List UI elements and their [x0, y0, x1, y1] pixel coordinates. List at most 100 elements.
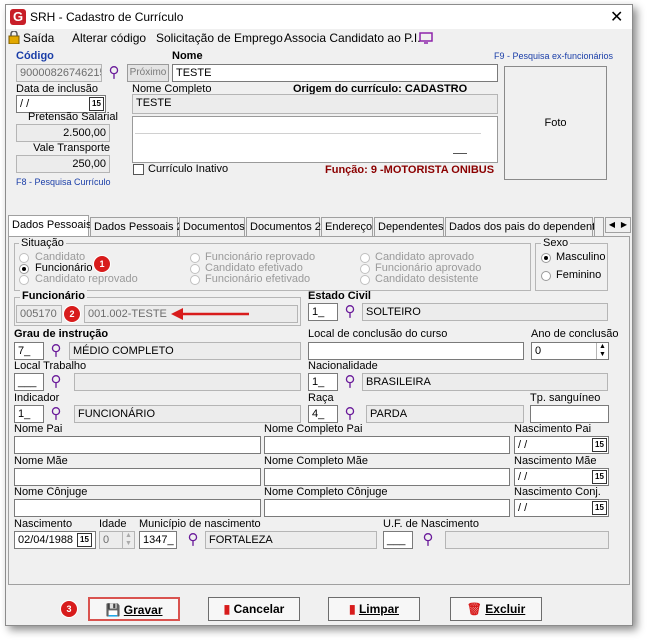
calendar-icon[interactable]: 15	[77, 533, 92, 547]
municipio-code-field[interactable]: 1347_	[139, 531, 177, 549]
calendar-icon[interactable]: 15	[592, 501, 607, 515]
indicador-code-field[interactable]: 1_	[14, 405, 44, 423]
search-icon[interactable]: ⚲	[342, 304, 358, 320]
municipio-label: Município de nascimento	[139, 518, 261, 530]
nome-conjuge-field[interactable]	[14, 499, 261, 517]
limpar-button[interactable]: ▮ Limpar	[328, 597, 420, 621]
pretensao-field[interactable]: 2.500,00	[16, 124, 110, 142]
radio-candidato-aprovado[interactable]	[360, 253, 370, 263]
raca-desc-field: PARDA	[366, 405, 524, 423]
nome-completo-field[interactable]: TESTE	[132, 94, 498, 114]
annotation-badge-3: 3	[61, 601, 77, 617]
idade-spinner: ▲ ▼	[122, 532, 134, 548]
radio-candidato-reprovado-label: Candidato reprovado	[35, 273, 138, 285]
photo-frame[interactable]: Foto	[504, 66, 607, 180]
proximo-button[interactable]: Próximo	[127, 64, 169, 82]
eraser-icon: ▮	[223, 602, 231, 616]
tab-dependentes[interactable]: Dependentes	[374, 217, 444, 237]
notes-box[interactable]	[132, 116, 498, 163]
nacionalidade-label: Nacionalidade	[308, 360, 378, 372]
radio-candidato-desistente[interactable]	[360, 275, 370, 285]
nacionalidade-desc-field: BRASILEIRA	[362, 373, 608, 391]
search-icon[interactable]: ⚲	[420, 532, 436, 548]
menu-alterar-codigo[interactable]: Alterar código	[72, 31, 146, 45]
estado-civil-desc-field: SOLTEIRO	[362, 303, 608, 321]
excluir-button[interactable]: 🗑 Excluir	[450, 597, 542, 621]
monitor-icon[interactable]	[419, 32, 433, 44]
tp-sanguineo-field[interactable]	[530, 405, 609, 423]
annotation-arrow	[171, 308, 249, 320]
radio-feminino[interactable]	[541, 271, 551, 281]
raca-code-field[interactable]: 4_	[308, 405, 338, 423]
radio-funcionario-aprovado[interactable]	[360, 264, 370, 274]
annotation-badge-2: 2	[64, 306, 80, 322]
lock-icon[interactable]	[8, 30, 20, 45]
menu-solicitacao-emprego[interactable]: Solicitação de Emprego	[156, 31, 283, 45]
codigo-field[interactable]: 90000826746215	[16, 64, 102, 82]
tab-scroll-arrows[interactable]: ◀ ▶	[605, 217, 631, 233]
gravar-button[interactable]: 💾 Gravar	[88, 597, 180, 621]
nacionalidade-code-field[interactable]: 1_	[308, 373, 338, 391]
search-icon[interactable]: ⚲	[342, 374, 358, 390]
menu-associa-candidato[interactable]: Associa Candidato ao P.I.	[284, 31, 421, 45]
tab-dados-pessoais-2[interactable]: Dados Pessoais 2	[90, 217, 183, 237]
radio-candidato-efetivado[interactable]	[190, 264, 200, 274]
indicador-desc-field: FUNCIONÁRIO	[74, 405, 301, 423]
calendar-icon[interactable]: 15	[89, 97, 104, 111]
calendar-icon[interactable]: 15	[592, 438, 607, 452]
nome-pai-field[interactable]	[14, 436, 261, 454]
idade-label: Idade	[99, 518, 127, 530]
radio-candidato[interactable]	[19, 253, 29, 263]
ano-conclusao-spinner[interactable]: ▲ ▼	[596, 343, 608, 359]
tab-overflow	[594, 217, 604, 237]
radio-funcionario[interactable]	[19, 264, 29, 274]
uf-nascimento-code-field[interactable]: ___	[383, 531, 413, 549]
radio-candidato-desistente-label: Candidato desistente	[375, 273, 479, 285]
radio-candidato-reprovado[interactable]	[19, 275, 29, 285]
gravar-button-label: Gravar	[123, 603, 163, 617]
app-icon: G	[10, 9, 26, 25]
funcionario-code-field[interactable]: 005170	[16, 305, 62, 323]
tab-dados-pais-dependente[interactable]: Dados dos pais do dependente	[445, 217, 601, 237]
search-icon[interactable]: ⚲	[185, 532, 201, 548]
annotation-badge-1: 1	[94, 256, 110, 272]
search-icon[interactable]: ⚲	[106, 65, 122, 81]
nome-field[interactable]: TESTE	[172, 64, 498, 82]
local-trabalho-code-field[interactable]: ___	[14, 373, 44, 391]
curriculo-inativo-checkbox[interactable]	[133, 164, 144, 175]
arrow-right-icon[interactable]: ▶	[618, 218, 630, 232]
radio-funcionario-efetivado[interactable]	[190, 275, 200, 285]
curriculo-inativo-label: Currículo Inativo	[148, 163, 229, 175]
estado-civil-code-field[interactable]: 1_	[308, 303, 338, 321]
grau-instrucao-code-field[interactable]: 7_	[14, 342, 44, 360]
tab-endereco[interactable]: Endereço	[321, 217, 373, 237]
tab-documentos-2[interactable]: Documentos 2	[246, 217, 321, 237]
search-icon[interactable]: ⚲	[48, 374, 64, 390]
search-icon[interactable]: ⚲	[342, 406, 358, 422]
nome-completo-mae-field[interactable]	[264, 468, 510, 486]
calendar-icon[interactable]: 15	[592, 470, 607, 484]
tp-sanguineo-label: Tp. sanguíneo	[530, 392, 601, 404]
arrow-left-icon[interactable]: ◀	[606, 218, 618, 232]
radio-masculino[interactable]	[541, 253, 551, 263]
local-trabalho-label: Local Trabalho	[14, 360, 87, 372]
nome-completo-pai-field[interactable]	[264, 436, 510, 454]
nome-completo-conjuge-field[interactable]	[264, 499, 510, 517]
radio-feminino-label: Feminino	[556, 269, 602, 281]
nome-label: Nome	[172, 50, 203, 62]
local-trabalho-desc-field	[74, 373, 301, 391]
close-icon[interactable]: ✕	[610, 7, 623, 27]
tab-dados-pessoais[interactable]: Dados Pessoais	[8, 215, 92, 237]
cancelar-button[interactable]: ▮ Cancelar	[208, 597, 300, 621]
search-icon[interactable]: ⚲	[48, 343, 64, 359]
search-icon[interactable]: ⚲	[48, 406, 64, 422]
estado-civil-label: Estado Civil	[308, 290, 371, 302]
grau-instrucao-label: Grau de instrução	[14, 328, 109, 340]
menu-exit[interactable]: Saída	[23, 31, 54, 45]
nome-mae-field[interactable]	[14, 468, 261, 486]
nascimento-pai-label: Nascimento Pai	[514, 423, 592, 435]
tab-documentos[interactable]: Documentos	[179, 217, 245, 237]
vale-transporte-field[interactable]: 250,00	[16, 155, 110, 173]
local-conclusao-field[interactable]	[308, 342, 524, 360]
radio-funcionario-reprovado[interactable]	[190, 253, 200, 263]
